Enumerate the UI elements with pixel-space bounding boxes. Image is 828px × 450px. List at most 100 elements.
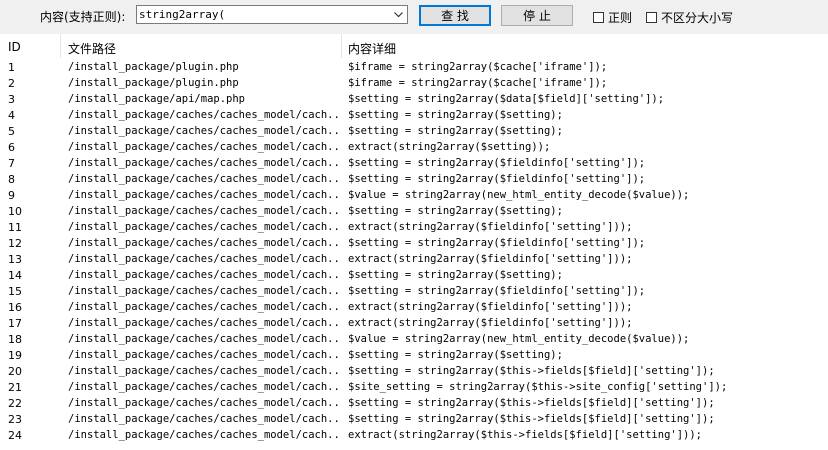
row-path: /install_package/caches/caches_model/cac… bbox=[68, 349, 338, 361]
row-path: /install_package/caches/caches_model/cac… bbox=[68, 397, 338, 409]
list-rows: 1/install_package/plugin.php $iframe = st… bbox=[0, 60, 828, 444]
table-row[interactable]: 11/install_package/caches/caches_model/c… bbox=[0, 220, 828, 236]
row-id: 3 bbox=[8, 93, 15, 106]
row-id: 5 bbox=[8, 125, 15, 138]
row-detail: extract(string2array($fieldinfo['setting… bbox=[348, 317, 633, 329]
table-row[interactable]: 20/install_package/caches/caches_model/c… bbox=[0, 364, 828, 380]
row-path: /install_package/caches/caches_model/cac… bbox=[68, 429, 338, 441]
row-detail: $iframe = string2array($cache['iframe'])… bbox=[348, 77, 608, 89]
column-header-path[interactable]: 文件路径 bbox=[68, 40, 116, 57]
row-id: 24 bbox=[8, 429, 22, 442]
row-id: 14 bbox=[8, 269, 22, 282]
table-row[interactable]: 23/install_package/caches/caches_model/c… bbox=[0, 412, 828, 428]
row-detail: $setting = string2array($fieldinfo['sett… bbox=[348, 157, 646, 169]
ignore-case-checkbox[interactable]: 不区分大小写 bbox=[646, 9, 733, 26]
row-detail: extract(string2array($fieldinfo['setting… bbox=[348, 221, 633, 233]
row-detail: $setting = string2array($fieldinfo['sett… bbox=[348, 173, 646, 185]
column-divider[interactable] bbox=[60, 34, 61, 58]
row-path: /install_package/plugin.php bbox=[68, 61, 239, 73]
table-row[interactable]: 15/install_package/caches/caches_model/c… bbox=[0, 284, 828, 300]
row-path: /install_package/caches/caches_model/cac… bbox=[68, 189, 338, 201]
table-row[interactable]: 19/install_package/caches/caches_model/c… bbox=[0, 348, 828, 364]
table-row[interactable]: 10/install_package/caches/caches_model/c… bbox=[0, 204, 828, 220]
table-row[interactable]: 12/install_package/caches/caches_model/c… bbox=[0, 236, 828, 252]
row-detail: $setting = string2array($data[$field]['s… bbox=[348, 93, 665, 105]
table-row[interactable]: 21/install_package/caches/caches_model/c… bbox=[0, 380, 828, 396]
ignore-case-label: 不区分大小写 bbox=[661, 11, 734, 25]
row-detail: $setting = string2array($setting); bbox=[348, 125, 563, 137]
regex-label: 正则 bbox=[608, 11, 633, 25]
table-row[interactable]: 16/install_package/caches/caches_model/c… bbox=[0, 300, 828, 316]
row-id: 19 bbox=[8, 349, 22, 362]
row-path: /install_package/caches/caches_model/cac… bbox=[68, 173, 338, 185]
table-row[interactable]: 17/install_package/caches/caches_model/c… bbox=[0, 316, 828, 332]
row-id: 11 bbox=[8, 221, 22, 234]
row-id: 9 bbox=[8, 189, 15, 202]
row-id: 18 bbox=[8, 333, 22, 346]
table-row[interactable]: 24/install_package/caches/caches_model/c… bbox=[0, 428, 828, 444]
row-path: /install_package/caches/caches_model/cac… bbox=[68, 237, 338, 249]
row-detail: extract(string2array($this->fields[$fiel… bbox=[348, 429, 703, 441]
row-detail: $setting = string2array($setting); bbox=[348, 269, 563, 281]
table-row[interactable]: 2/install_package/plugin.php $iframe = st… bbox=[0, 76, 828, 92]
table-row[interactable]: 18/install_package/caches/caches_model/c… bbox=[0, 332, 828, 348]
find-button[interactable]: 查 找 bbox=[419, 5, 491, 26]
row-detail: $setting = string2array($this->fields[$f… bbox=[348, 365, 715, 377]
row-detail: $setting = string2array($this->fields[$f… bbox=[348, 413, 715, 425]
row-detail: $setting = string2array($setting); bbox=[348, 205, 563, 217]
chevron-down-icon[interactable] bbox=[390, 6, 407, 23]
row-id: 7 bbox=[8, 157, 15, 170]
regex-checkbox-box[interactable] bbox=[593, 12, 604, 23]
regex-checkbox[interactable]: 正则 bbox=[593, 9, 632, 26]
table-row[interactable]: 8/install_package/caches/caches_model/ca… bbox=[0, 172, 828, 188]
row-id: 2 bbox=[8, 77, 15, 90]
row-detail: $iframe = string2array($cache['iframe'])… bbox=[348, 61, 608, 73]
row-path: /install_package/caches/caches_model/cac… bbox=[68, 125, 338, 137]
table-row[interactable]: 5/install_package/caches/caches_model/ca… bbox=[0, 124, 828, 140]
table-row[interactable]: 22/install_package/caches/caches_model/c… bbox=[0, 396, 828, 412]
row-path: /install_package/caches/caches_model/cac… bbox=[68, 413, 338, 425]
table-row[interactable]: 6/install_package/caches/caches_model/ca… bbox=[0, 140, 828, 156]
stop-button[interactable]: 停 止 bbox=[501, 5, 573, 26]
ignore-case-checkbox-box[interactable] bbox=[646, 12, 657, 23]
row-id: 15 bbox=[8, 285, 22, 298]
row-detail: $setting = string2array($fieldinfo['sett… bbox=[348, 285, 646, 297]
row-id: 22 bbox=[8, 397, 22, 410]
row-path: /install_package/caches/caches_model/cac… bbox=[68, 221, 338, 233]
row-id: 23 bbox=[8, 413, 22, 426]
table-row[interactable]: 9/install_package/caches/caches_model/ca… bbox=[0, 188, 828, 204]
row-path: /install_package/caches/caches_model/cac… bbox=[68, 157, 338, 169]
row-detail: $setting = string2array($fieldinfo['sett… bbox=[348, 237, 646, 249]
column-header-detail[interactable]: 内容详细 bbox=[348, 40, 396, 57]
row-id: 21 bbox=[8, 381, 22, 394]
table-row[interactable]: 1/install_package/plugin.php $iframe = st… bbox=[0, 60, 828, 76]
row-path: /install_package/caches/caches_model/cac… bbox=[68, 317, 338, 329]
column-divider[interactable] bbox=[341, 34, 342, 58]
row-id: 17 bbox=[8, 317, 22, 330]
row-id: 1 bbox=[8, 61, 15, 74]
row-id: 12 bbox=[8, 237, 22, 250]
row-id: 8 bbox=[8, 173, 15, 186]
row-id: 6 bbox=[8, 141, 15, 154]
row-detail: $value = string2array(new_html_entity_de… bbox=[348, 333, 690, 345]
search-input[interactable] bbox=[139, 7, 389, 22]
content-label: 内容(支持正则): bbox=[40, 10, 126, 24]
column-header-id[interactable]: ID bbox=[8, 40, 21, 54]
row-detail: $setting = string2array($setting); bbox=[348, 109, 563, 121]
row-id: 13 bbox=[8, 253, 22, 266]
table-row[interactable]: 3/install_package/api/map.php $setting = … bbox=[0, 92, 828, 108]
row-path: /install_package/caches/caches_model/cac… bbox=[68, 365, 338, 377]
list-header: ID 文件路径 内容详细 bbox=[0, 34, 828, 58]
row-detail: $value = string2array(new_html_entity_de… bbox=[348, 189, 690, 201]
table-row[interactable]: 13/install_package/caches/caches_model/c… bbox=[0, 252, 828, 268]
search-combobox[interactable] bbox=[136, 5, 408, 24]
row-id: 20 bbox=[8, 365, 22, 378]
row-path: /install_package/api/map.php bbox=[68, 93, 246, 105]
row-path: /install_package/caches/caches_model/cac… bbox=[68, 301, 338, 313]
table-row[interactable]: 4/install_package/caches/caches_model/ca… bbox=[0, 108, 828, 124]
row-id: 10 bbox=[8, 205, 22, 218]
results-list[interactable]: ID 文件路径 内容详细 1/install_package/plugin.ph… bbox=[0, 34, 828, 450]
table-row[interactable]: 7/install_package/caches/caches_model/ca… bbox=[0, 156, 828, 172]
row-detail: extract(string2array($setting)); bbox=[348, 141, 551, 153]
table-row[interactable]: 14/install_package/caches/caches_model/c… bbox=[0, 268, 828, 284]
